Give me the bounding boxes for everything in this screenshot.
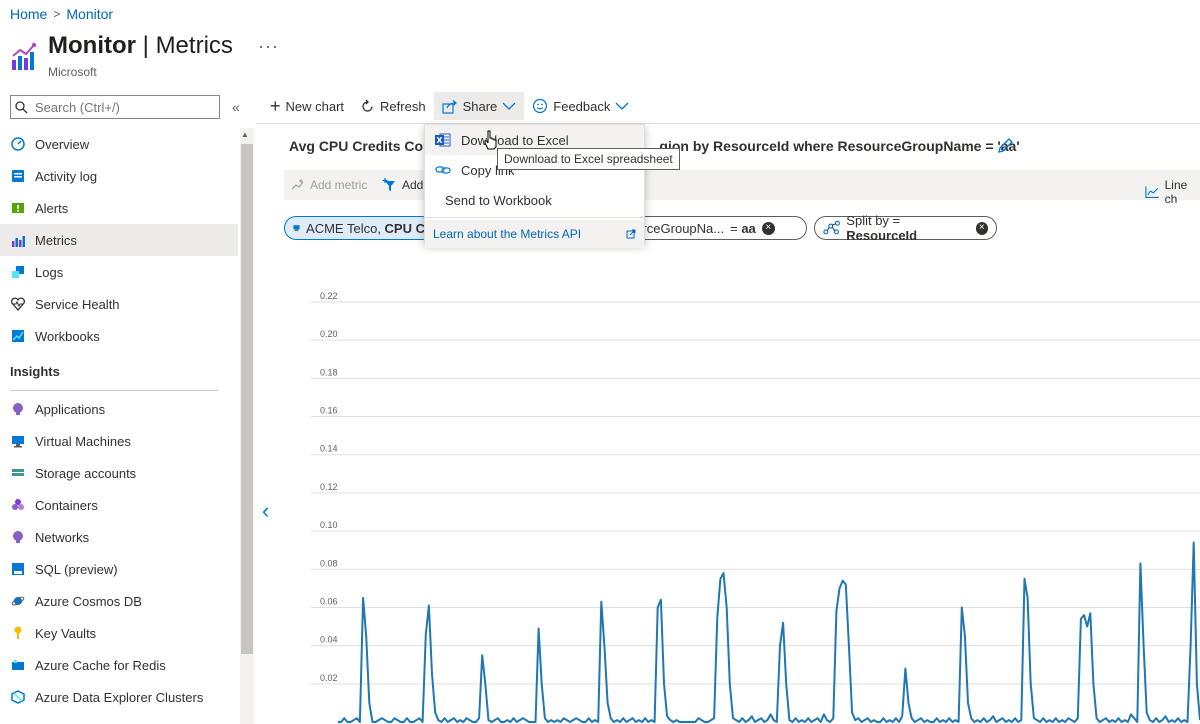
svg-text:X: X [436, 136, 443, 145]
activity-log-icon [10, 169, 25, 184]
virtual-machine-icon [293, 225, 300, 232]
remove-filter-icon[interactable]: × [761, 221, 775, 235]
scope-pill[interactable]: ACME Telco, CPU C [284, 216, 434, 240]
service-health-icon [10, 297, 25, 312]
share-menu: X Download to Excel Copy link Send to Wo… [424, 124, 645, 248]
virtual-machines-icon [10, 434, 25, 449]
chevron-right-icon: > [53, 7, 61, 21]
sql-icon [10, 562, 25, 577]
external-link-icon [626, 229, 636, 239]
sidebar-item-networks[interactable]: Networks [0, 521, 238, 553]
metrics-line-chart: 0.22 0.20 0.18 0.16 0.14 0.12 0.10 0.08 0.06 0.04… [311, 291, 1200, 723]
sidebar-item-virtual-machines[interactable]: Virtual Machines [0, 425, 238, 457]
y-tick-label: 0.08 [320, 558, 338, 568]
y-tick-label: 0.22 [320, 291, 338, 301]
double-chevron-left-icon[interactable]: « [232, 99, 240, 115]
storage-accounts-icon [10, 466, 25, 481]
feedback-button[interactable]: Feedback [524, 92, 637, 120]
scroll-up-icon[interactable]: ▲ [241, 130, 249, 139]
overview-icon [10, 137, 25, 152]
refresh-icon [362, 99, 373, 112]
more-options-icon[interactable]: ··· [258, 36, 279, 57]
breadcrumb: Home > Monitor [10, 6, 113, 22]
menu-divider [425, 217, 644, 218]
tooltip: Download to Excel spreadsheet [497, 148, 680, 170]
y-tick-label: 0.16 [320, 406, 338, 416]
split-icon [823, 220, 840, 235]
sidebar-item-workbooks[interactable]: Workbooks [0, 320, 238, 352]
plus-icon: + [270, 96, 281, 116]
sidebar-item-data-explorer[interactable]: Azure Data Explorer Clusters [0, 681, 238, 713]
redis-icon [10, 658, 25, 673]
sidebar-item-containers[interactable]: Containers [0, 489, 238, 521]
breadcrumb-home-link[interactable]: Home [10, 6, 47, 22]
sidebar-item-metrics[interactable]: Metrics [0, 224, 238, 256]
line-chart-button[interactable]: Line ch [1145, 178, 1200, 206]
y-tick-label: 0.04 [320, 635, 338, 645]
sidebar-item-activity-log[interactable]: Activity log [0, 160, 238, 192]
share-icon [441, 99, 457, 114]
metrics-icon [10, 233, 25, 248]
section-divider [10, 390, 218, 391]
sidebar-item-key-vaults[interactable]: Key Vaults [0, 617, 238, 649]
breadcrumb-monitor-link[interactable]: Monitor [66, 6, 113, 22]
smiley-icon [533, 98, 548, 114]
sidebar-scrollbar-thumb[interactable] [241, 144, 253, 654]
add-metric-button[interactable]: Add metric [291, 178, 367, 192]
y-tick-label: 0.14 [320, 444, 338, 454]
line-chart-icon [1145, 186, 1159, 199]
y-tick-label: 0.12 [320, 482, 338, 492]
chevron-down-icon [615, 102, 629, 110]
split-pill[interactable]: Split by = ResourceId × [814, 213, 997, 243]
sidebar-item-alerts[interactable]: Alerts [0, 192, 238, 224]
alerts-icon [10, 201, 25, 216]
sidebar-item-cosmos-db[interactable]: Azure Cosmos DB [0, 585, 238, 617]
key-vaults-icon [10, 626, 25, 641]
sidebar-item-redis[interactable]: Azure Cache for Redis [0, 649, 238, 681]
sidebar-item-overview[interactable]: Overview [0, 128, 238, 160]
y-tick-label: 0.20 [320, 329, 338, 339]
sidebar-nav: Overview Activity log Alerts Metrics Log… [0, 128, 238, 713]
search-box[interactable] [10, 95, 220, 119]
add-metric-icon [291, 179, 304, 190]
y-tick-label: 0.02 [320, 673, 338, 683]
applications-icon [10, 402, 25, 417]
sidebar-item-sql[interactable]: SQL (preview) [0, 553, 238, 585]
sidebar-item-storage-accounts[interactable]: Storage accounts [0, 457, 238, 489]
send-to-workbook-menu-item[interactable]: Send to Workbook [425, 185, 644, 215]
page-title: Monitor | Metrics [48, 32, 233, 59]
pencil-icon[interactable] [996, 137, 1014, 155]
y-tick-label: 0.10 [320, 520, 338, 530]
sidebar-item-applications[interactable]: Applications [0, 393, 238, 425]
filter-pill[interactable]: ourceGroupNa... = aa × [620, 216, 807, 240]
networks-icon [10, 530, 25, 545]
learn-metrics-api-link[interactable]: Learn about the Metrics API [425, 220, 644, 248]
new-chart-button[interactable]: + New chart [262, 92, 352, 120]
search-input[interactable] [33, 98, 213, 116]
y-tick-label: 0.18 [320, 367, 338, 377]
hand-cursor-icon [484, 130, 497, 150]
chevron-down-icon [502, 102, 516, 110]
y-tick-label: 0.06 [320, 596, 338, 606]
remove-split-icon[interactable]: × [975, 221, 988, 235]
toolbar-divider [256, 123, 1200, 124]
link-icon [435, 166, 451, 174]
insights-heading: Insights [10, 363, 60, 379]
data-explorer-icon [10, 690, 25, 705]
logs-icon [10, 265, 25, 280]
sidebar-item-service-health[interactable]: Service Health [0, 288, 238, 320]
filter-icon [382, 178, 395, 191]
command-toolbar: + New chart Refresh Share Feedback [262, 92, 637, 120]
containers-icon [10, 498, 25, 513]
monitor-metrics-icon [12, 42, 37, 70]
page-subtitle: Microsoft [48, 65, 97, 79]
sidebar-item-logs[interactable]: Logs [0, 256, 238, 288]
excel-icon: X [435, 133, 451, 147]
search-icon [15, 100, 28, 113]
cosmos-db-icon [10, 594, 25, 609]
add-filter-button[interactable]: Add [382, 178, 423, 192]
refresh-button[interactable]: Refresh [352, 92, 434, 120]
share-button[interactable]: Share [433, 92, 525, 120]
workbooks-icon [10, 329, 25, 344]
